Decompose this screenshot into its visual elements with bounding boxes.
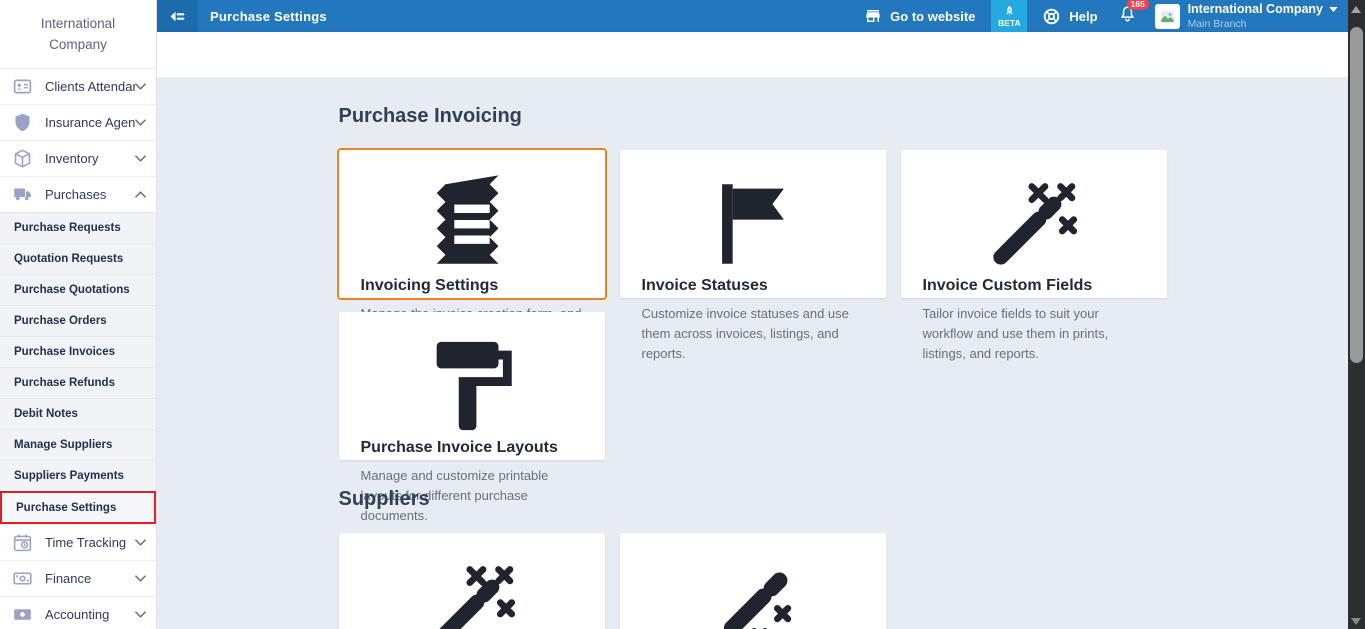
help-button[interactable]: Help — [1042, 7, 1097, 26]
sidebar-company-logo[interactable]: International Company — [0, 0, 156, 68]
receipt-icon — [361, 171, 583, 277]
chevron-down-icon — [135, 539, 146, 546]
company-switcher[interactable]: International Company Main Branch — [1188, 2, 1338, 30]
scrollbar-up-arrow[interactable] — [1351, 6, 1361, 13]
image-placeholder-icon — [1159, 8, 1176, 25]
settings-card-invoice-statuses[interactable]: Invoice StatusesCustomize invoice status… — [620, 150, 886, 298]
sidebar-item-finance[interactable]: Finance — [0, 560, 156, 596]
box-icon — [12, 148, 33, 169]
settings-card-supplier-related-forms[interactable]: Supplier Related Forms — [620, 533, 886, 629]
topbar-company-name: International Company — [1188, 2, 1323, 17]
notifications-count-badge: 165 — [1127, 0, 1149, 10]
help-label: Help — [1069, 9, 1097, 24]
sidebar-item-label: Finance — [45, 571, 135, 586]
sidebar-item-accounting[interactable]: Accounting — [0, 596, 156, 629]
beta-label: BETA — [998, 19, 1021, 28]
chevron-up-icon — [135, 191, 146, 198]
go-to-website-button[interactable]: Go to website — [864, 7, 975, 25]
sidebar-item-insurance-agents[interactable]: Insurance Agents — [0, 104, 156, 140]
topbar-right: Go to website BETA Help — [864, 0, 1348, 32]
topbar: Purchase Settings Go to website BETA — [157, 0, 1348, 32]
company-avatar[interactable] — [1155, 4, 1180, 29]
sidebar-subitem-quotation-requests[interactable]: Quotation Requests — [0, 243, 156, 274]
sidebar-subitem-purchase-settings[interactable]: Purchase Settings — [0, 491, 156, 524]
content-area: Purchase Invoicing Invoicing SettingsMana… — [157, 77, 1348, 629]
sidebar-subitem-purchase-requests[interactable]: Purchase Requests — [0, 212, 156, 243]
sidebar-subitem-purchase-invoices[interactable]: Purchase Invoices — [0, 336, 156, 367]
shield-icon — [12, 112, 33, 133]
chevron-down-icon — [135, 155, 146, 162]
scrollbar-thumb[interactable] — [1350, 27, 1363, 363]
magic-wand-icon — [361, 554, 583, 629]
settings-card-purchase-invoice-layouts[interactable]: Purchase Invoice LayoutsManage and custo… — [339, 312, 605, 460]
beta-button[interactable]: BETA — [991, 0, 1027, 32]
sidebar-item-label: Accounting — [45, 607, 135, 622]
calendar-clock-icon — [12, 532, 33, 553]
page-title: Purchase Settings — [210, 9, 327, 24]
go-to-website-label: Go to website — [890, 9, 975, 24]
sidebar-item-label: Insurance Agents — [45, 115, 135, 130]
caret-down-icon — [1329, 7, 1338, 12]
notifications-button[interactable]: 165 — [1118, 4, 1137, 29]
chevron-down-icon — [135, 83, 146, 90]
sidebar-nav: Clients Attendance Insurance Agents Invent… — [0, 68, 156, 629]
truck-icon — [12, 184, 33, 205]
settings-sections: Purchase Invoicing Invoicing SettingsMana… — [339, 105, 1167, 629]
sidebar-collapse-button[interactable] — [157, 0, 198, 32]
card-title: Invoice Custom Fields — [923, 277, 1145, 295]
edit-pencil-icon — [642, 554, 864, 629]
settings-card-supplier-custom-fields[interactable]: Supplier Custom Fields — [339, 533, 605, 629]
sidebar-item-label: Purchases — [45, 187, 135, 202]
sidebar-subitem-purchase-orders[interactable]: Purchase Orders — [0, 305, 156, 336]
paint-brush-icon — [361, 333, 583, 439]
banknote-icon — [12, 568, 33, 589]
sidebar-submenu-purchases: Purchase RequestsQuotation RequestsPurch… — [0, 212, 156, 524]
sidebar-item-inventory[interactable]: Inventory — [0, 140, 156, 176]
settings-card-invoice-custom-fields[interactable]: Invoice Custom FieldsTailor invoice fiel… — [901, 150, 1167, 298]
card-description: Tailor invoice fields to suit your workf… — [923, 304, 1145, 364]
chevron-down-icon — [135, 575, 146, 582]
chevron-down-icon — [135, 119, 146, 126]
cash-icon — [12, 604, 33, 625]
section-heading-purchase-invoicing: Purchase Invoicing — [339, 105, 1167, 128]
sidebar: International Company Clients Attendance… — [0, 0, 157, 629]
sidebar-subitem-debit-notes[interactable]: Debit Notes — [0, 398, 156, 429]
sidebar-subitem-suppliers-payments[interactable]: Suppliers Payments — [0, 460, 156, 491]
sidebar-item-time-tracking[interactable]: Time Tracking — [0, 524, 156, 560]
main-column: Purchase Settings Go to website BETA — [157, 0, 1348, 629]
settings-card-invoicing-settings[interactable]: Invoicing SettingsManage the invoice cre… — [339, 150, 605, 298]
card-grid: Invoicing SettingsManage the invoice cre… — [339, 150, 1167, 460]
sidebar-subitem-manage-suppliers[interactable]: Manage Suppliers — [0, 429, 156, 460]
sidebar-item-label: Clients Attendance — [45, 79, 135, 94]
sidebar-subitem-purchase-quotations[interactable]: Purchase Quotations — [0, 274, 156, 305]
sidebar-item-label: Inventory — [45, 151, 135, 166]
id-card-icon — [12, 76, 33, 97]
sidebar-item-clients-attendance[interactable]: Clients Attendance — [0, 68, 156, 104]
magic-wand-icon — [923, 171, 1145, 277]
card-title: Invoice Statuses — [642, 277, 864, 295]
storefront-icon — [864, 7, 882, 25]
header-strip — [157, 32, 1348, 77]
flag-icon — [642, 171, 864, 277]
chevron-down-icon — [135, 611, 146, 618]
sidebar-item-purchases[interactable]: Purchases — [0, 176, 156, 212]
sidebar-subitem-purchase-refunds[interactable]: Purchase Refunds — [0, 367, 156, 398]
collapse-sidebar-icon — [168, 7, 187, 26]
rocket-icon — [1003, 5, 1016, 18]
app-window: International Company Clients Attendance… — [0, 0, 1365, 629]
help-lifebuoy-icon — [1042, 7, 1061, 26]
card-title: Purchase Invoice Layouts — [361, 439, 583, 457]
sidebar-item-label: Time Tracking — [45, 535, 135, 550]
card-title: Invoicing Settings — [361, 277, 583, 295]
branch-name: Main Branch — [1188, 18, 1338, 30]
scrollbar-down-arrow[interactable] — [1351, 618, 1361, 625]
window-scrollbar[interactable] — [1348, 0, 1365, 629]
card-grid: Supplier Custom FieldsSupplier Related F… — [339, 533, 1167, 629]
card-description: Customize invoice statuses and use them … — [642, 304, 864, 364]
